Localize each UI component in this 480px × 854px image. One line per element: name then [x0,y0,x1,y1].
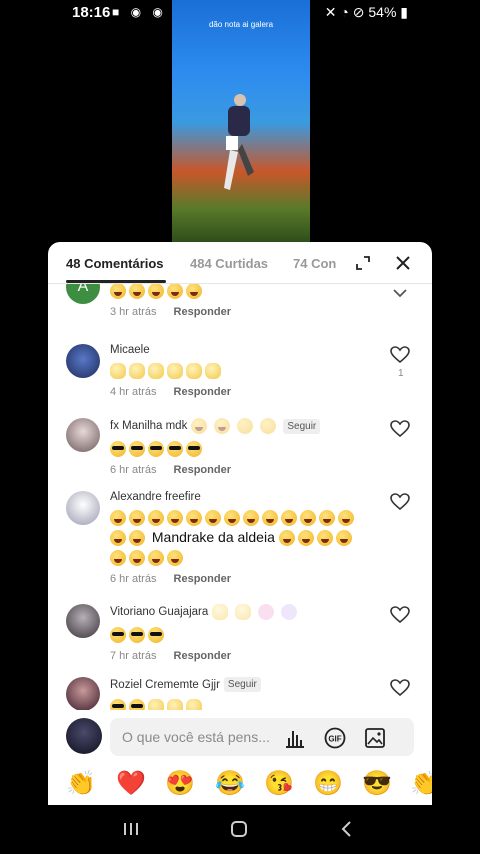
gif-icon[interactable]: GIF [324,727,346,749]
status-time: 18:16 [72,4,111,21]
reaction-heart-eyes[interactable]: 😍 [165,770,195,798]
comment-item: Micaele 4 hr atrás Responder 1 [48,342,432,412]
close-icon[interactable] [394,254,412,272]
comment-message: Mandrake da aldeia [151,529,275,545]
comment-item: A 3 hr atrás Responder [48,284,432,326]
system-icons: ✕ ◔ ⊘ 54% ▮ [324,4,408,20]
avatar[interactable] [66,491,100,525]
heart-icon[interactable] [390,346,410,364]
video-caption: dão nota ai galera [208,20,274,29]
video-preview[interactable]: dão nota ai galera [172,0,310,245]
active-tab-indicator [66,280,166,283]
tab-bar: 48 Comentários 484 Curtidas 74 Con [48,242,432,284]
comment-item: Vitoriano Guajajara 7 hr atrás Responder [48,602,432,672]
tab-contacts[interactable]: 74 Con [293,256,336,271]
reaction-clap-2[interactable]: 👏 [410,770,432,798]
comment-body: 3 hr atrás Responder [110,284,380,318]
comment-time: 7 hr atrás [110,650,157,662]
comment-body: Roziel Crememte Gjjr Seguir [110,677,380,710]
follow-button[interactable]: Seguir [223,677,261,692]
comment-username[interactable]: Roziel Crememte Gjjr [110,679,220,691]
comment-item: Alexandre freefire Mandrake da aldeia 6 … [48,489,432,599]
reply-button[interactable]: Responder [174,386,231,398]
comment-meta: 7 hr atrás Responder [110,650,380,662]
comment-body: Alexandre freefire Mandrake da aldeia 6 … [110,491,380,585]
comment-username[interactable]: fx Manilha mdk [110,420,187,432]
poll-icon[interactable] [284,727,306,749]
comment-emojis [110,284,380,300]
comment-meta: 6 hr atrás Responder [110,573,380,585]
like-count: 1 [398,368,404,379]
comment-emojis [110,696,380,710]
comment-item: Roziel Crememte Gjjr Seguir [48,675,432,710]
tab-comments[interactable]: 48 Comentários [66,256,164,271]
reaction-sunglasses[interactable]: 😎 [362,770,392,798]
quick-reactions: 👏 ❤️ 😍 😂 😘 😁 😎 👏 [48,764,432,804]
comment-text: Mandrake da aldeia [110,507,380,567]
comment-composer: GIF [48,710,432,758]
comment-meta: 6 hr atrás Responder [110,464,380,476]
home-icon[interactable] [227,819,251,839]
reply-button[interactable]: Responder [174,573,231,585]
comment-emojis [110,438,380,458]
comment-body: fx Manilha mdk Seguir 6 hr atrás Respond… [110,418,380,476]
avatar[interactable] [66,418,100,452]
recent-apps-icon[interactable] [119,819,143,839]
heart-icon[interactable] [390,493,410,511]
comment-emojis [110,360,380,380]
comment-username[interactable]: Micaele [110,344,150,356]
avatar[interactable] [66,677,100,710]
battery-level: 54% [368,4,397,20]
player-figure [224,94,254,190]
comment-username[interactable]: Vitoriano Guajajara [110,606,208,618]
expand-icon[interactable] [356,256,370,270]
follow-button[interactable]: Seguir [283,418,321,434]
chevron-down-icon[interactable] [390,284,410,302]
comment-time: 3 hr atrás [110,306,157,318]
comment-username[interactable]: Alexandre freefire [110,491,201,503]
comment-input[interactable] [122,718,292,756]
avatar[interactable] [66,604,100,638]
reply-button[interactable]: Responder [174,650,231,662]
heart-icon[interactable] [390,679,410,697]
comments-list[interactable]: A 3 hr atrás Responder Micaele 4 hr atrá… [48,284,432,710]
comment-item: fx Manilha mdk Seguir 6 hr atrás Respond… [48,416,432,486]
svg-text:GIF: GIF [328,735,341,744]
my-avatar[interactable] [66,718,102,754]
system-nav-bar [0,805,480,854]
reaction-kiss[interactable]: 😘 [264,770,294,798]
comment-meta: 4 hr atrás Responder [110,386,380,398]
comment-body: Vitoriano Guajajara 7 hr atrás Responder [110,604,380,662]
reaction-laugh[interactable]: 😂 [215,770,245,798]
avatar[interactable] [66,344,100,378]
reaction-heart[interactable]: ❤️ [116,770,146,798]
comment-body: Micaele 4 hr atrás Responder [110,344,380,398]
tab-likes[interactable]: 484 Curtidas [190,256,268,271]
comment-time: 6 hr atrás [110,573,157,585]
reaction-clap[interactable]: 👏 [66,770,96,798]
reply-button[interactable]: Responder [174,306,231,318]
heart-icon[interactable] [390,606,410,624]
comment-emojis [110,624,380,644]
comment-time: 4 hr atrás [110,386,157,398]
heart-icon[interactable] [390,420,410,438]
reply-button[interactable]: Responder [174,464,231,476]
comments-panel: 48 Comentários 484 Curtidas 74 Con A 3 h… [48,242,432,805]
reaction-grin[interactable]: 😁 [313,770,343,798]
back-icon[interactable] [335,819,359,839]
avatar[interactable]: A [66,284,100,304]
comment-input-box[interactable]: GIF [110,718,414,756]
image-icon[interactable] [364,727,386,749]
comment-meta: 3 hr atrás Responder [110,306,380,318]
comment-time: 6 hr atrás [110,464,157,476]
